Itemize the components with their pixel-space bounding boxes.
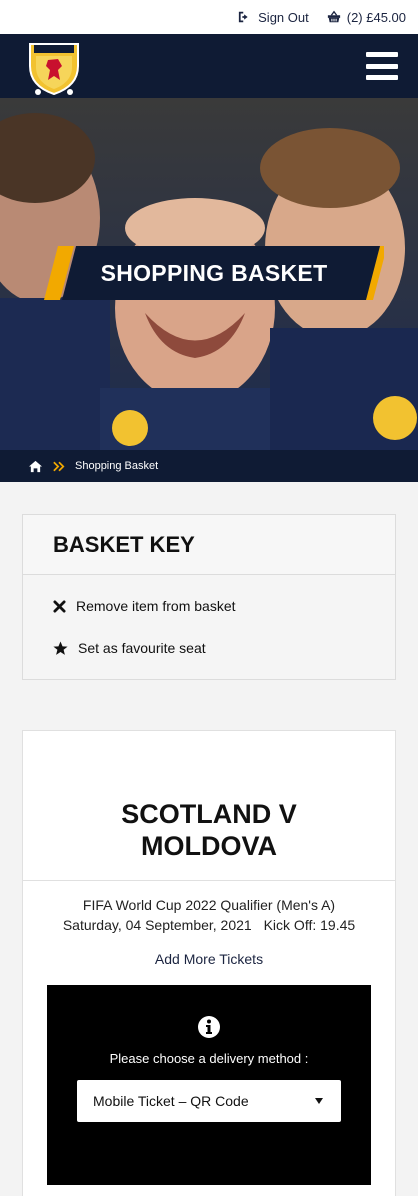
match-kickoff: Kick Off: 19.45 bbox=[263, 917, 356, 933]
basket-icon bbox=[327, 10, 340, 23]
delivery-method-panel: Please choose a delivery method : Mobile… bbox=[47, 985, 371, 1185]
match-details: FIFA World Cup 2022 Qualifier (Men's A) … bbox=[23, 881, 395, 935]
match-date: Saturday, 04 September, 2021 bbox=[62, 917, 252, 933]
basket-key-label: Set as favourite seat bbox=[78, 640, 206, 656]
remove-icon bbox=[53, 599, 66, 613]
double-chevron-right-icon bbox=[53, 461, 65, 471]
sign-out-link[interactable]: Sign Out bbox=[238, 10, 309, 25]
caret-down-icon bbox=[315, 1098, 323, 1104]
breadcrumb: Shopping Basket bbox=[0, 450, 418, 482]
home-icon[interactable] bbox=[28, 460, 43, 473]
main-content: BASKET KEY Remove item from basket Set a… bbox=[0, 482, 418, 1196]
sign-out-label: Sign Out bbox=[258, 9, 309, 25]
basket-key-card: BASKET KEY Remove item from basket Set a… bbox=[22, 514, 396, 680]
basket-key-label: Remove item from basket bbox=[76, 598, 236, 614]
menu-toggle-button[interactable] bbox=[366, 52, 398, 80]
info-icon bbox=[198, 1016, 220, 1038]
match-basket-card: SCOTLAND V MOLDOVA FIFA World Cup 2022 Q… bbox=[22, 730, 396, 1196]
basket-summary-label: (2) £45.00 bbox=[346, 9, 406, 25]
menu-bar-icon bbox=[366, 75, 398, 80]
basket-summary-link[interactable]: (2) £45.00 bbox=[327, 10, 406, 25]
basket-key-item: Remove item from basket bbox=[23, 585, 395, 627]
match-date-row: Saturday, 04 September, 2021 Kick Off: 1… bbox=[23, 915, 395, 935]
basket-key-item: Set as favourite seat bbox=[23, 627, 395, 669]
menu-bar-icon bbox=[366, 52, 398, 57]
match-header: SCOTLAND V MOLDOVA bbox=[23, 731, 395, 881]
menu-bar-icon bbox=[366, 63, 398, 69]
delivery-method-select[interactable]: Mobile Ticket – QR Code bbox=[77, 1080, 341, 1122]
top-utility-bar: Sign Out (2) £45.00 bbox=[0, 0, 418, 34]
basket-key-title: BASKET KEY bbox=[23, 515, 395, 575]
match-competition: FIFA World Cup 2022 Qualifier (Men's A) bbox=[82, 897, 336, 913]
match-title: SCOTLAND V MOLDOVA bbox=[121, 799, 297, 861]
breadcrumb-current: Shopping Basket bbox=[75, 460, 159, 472]
delivery-method-label: Please choose a delivery method : bbox=[109, 1051, 309, 1066]
add-more-tickets-link[interactable]: Add More Tickets bbox=[23, 951, 395, 967]
page-title: SHOPPING BASKET bbox=[100, 259, 328, 286]
delivery-method-value: Mobile Ticket – QR Code bbox=[93, 1093, 249, 1109]
site-header bbox=[0, 34, 418, 98]
sign-out-icon bbox=[239, 11, 248, 23]
basket-key-list: Remove item from basket Set as favourite… bbox=[23, 575, 395, 679]
hero-banner: SHOPPING BASKET bbox=[0, 98, 418, 450]
scottish-fa-crest-icon[interactable] bbox=[24, 36, 84, 96]
star-icon bbox=[53, 641, 68, 655]
